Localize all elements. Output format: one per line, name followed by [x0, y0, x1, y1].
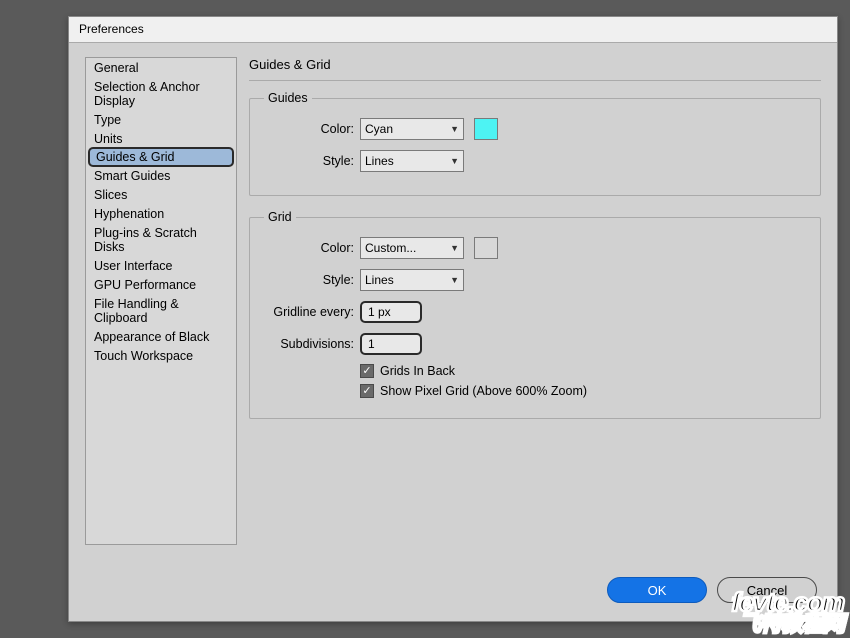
show-pixel-grid-checkbox[interactable]: ✓ [360, 384, 374, 398]
grid-group: Grid Color: Custom... ▼ Style: Lines ▼ [249, 210, 821, 419]
grid-style-select[interactable]: Lines ▼ [360, 269, 464, 291]
watermark: fevte.com 飞特教程网 [732, 591, 844, 634]
dialog-title: Preferences [79, 22, 144, 36]
gridline-every-input[interactable]: 1 px [360, 301, 422, 323]
guides-color-select[interactable]: Cyan ▼ [360, 118, 464, 140]
guides-group: Guides Color: Cyan ▼ Style: Lines ▼ [249, 91, 821, 196]
show-pixel-grid-label: Show Pixel Grid (Above 600% Zoom) [380, 384, 587, 398]
preferences-main-panel: Guides & Grid Guides Color: Cyan ▼ Style… [249, 57, 821, 433]
preferences-sidebar: General Selection & Anchor Display Type … [85, 57, 237, 545]
sidebar-item-smart-guides[interactable]: Smart Guides [86, 166, 236, 185]
grids-in-back-label: Grids In Back [380, 364, 455, 378]
panel-heading: Guides & Grid [249, 57, 821, 72]
guides-style-label: Style: [264, 154, 360, 168]
sidebar-item-general[interactable]: General [86, 58, 236, 77]
grid-legend: Grid [264, 210, 296, 224]
preferences-dialog: Preferences General Selection & Anchor D… [68, 16, 838, 622]
chevron-down-icon: ▼ [450, 275, 459, 285]
grid-color-select[interactable]: Custom... ▼ [360, 237, 464, 259]
divider [249, 80, 821, 81]
gridline-every-label: Gridline every: [264, 305, 360, 319]
grid-style-label: Style: [264, 273, 360, 287]
grid-color-label: Color: [264, 241, 360, 255]
chevron-down-icon: ▼ [450, 124, 459, 134]
sidebar-item-type[interactable]: Type [86, 110, 236, 129]
ok-button[interactable]: OK [607, 577, 707, 603]
chevron-down-icon: ▼ [450, 156, 459, 166]
sidebar-item-file-handling[interactable]: File Handling & Clipboard [86, 294, 236, 327]
sidebar-item-units[interactable]: Units [86, 129, 236, 148]
chevron-down-icon: ▼ [450, 243, 459, 253]
sidebar-item-plugins-scratch[interactable]: Plug-ins & Scratch Disks [86, 223, 236, 256]
sidebar-item-touch-workspace[interactable]: Touch Workspace [86, 346, 236, 365]
guides-color-label: Color: [264, 122, 360, 136]
guides-legend: Guides [264, 91, 312, 105]
sidebar-item-guides-grid[interactable]: Guides & Grid [88, 147, 234, 167]
guides-style-select[interactable]: Lines ▼ [360, 150, 464, 172]
grid-color-swatch[interactable] [474, 237, 498, 259]
sidebar-item-selection-anchor[interactable]: Selection & Anchor Display [86, 77, 236, 110]
subdivisions-input[interactable]: 1 [360, 333, 422, 355]
grids-in-back-checkbox[interactable]: ✓ [360, 364, 374, 378]
sidebar-item-gpu-performance[interactable]: GPU Performance [86, 275, 236, 294]
guides-color-swatch[interactable] [474, 118, 498, 140]
sidebar-item-user-interface[interactable]: User Interface [86, 256, 236, 275]
sidebar-item-slices[interactable]: Slices [86, 185, 236, 204]
dialog-titlebar: Preferences [69, 17, 837, 43]
sidebar-item-appearance-black[interactable]: Appearance of Black [86, 327, 236, 346]
subdivisions-label: Subdivisions: [264, 337, 360, 351]
sidebar-item-hyphenation[interactable]: Hyphenation [86, 204, 236, 223]
